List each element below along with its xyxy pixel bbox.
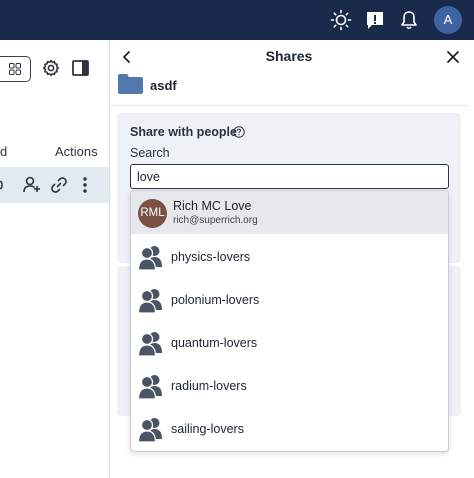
group-name: quantum-lovers xyxy=(171,336,258,350)
result-group[interactable]: polonium-lovers xyxy=(131,279,448,322)
notifications-bell-icon[interactable] xyxy=(398,9,420,31)
column-header-actions: Actions xyxy=(55,144,98,159)
group-icon xyxy=(138,289,162,313)
group-icon xyxy=(138,332,162,356)
files-pane: d Actions xyxy=(0,40,109,478)
feedback-icon[interactable] xyxy=(364,9,386,31)
theme-toggle-sun-icon[interactable] xyxy=(330,9,352,31)
share-with-people-heading: Share with people xyxy=(130,125,237,139)
result-group[interactable]: radium-lovers xyxy=(131,365,448,408)
help-icon[interactable] xyxy=(233,126,245,138)
folder-icon xyxy=(118,74,143,94)
add-user-icon[interactable] xyxy=(23,176,41,193)
sidebar-toggle-icon[interactable] xyxy=(72,60,89,76)
user-email: rich@superrich.org xyxy=(173,215,258,226)
result-group[interactable]: quantum-lovers xyxy=(131,322,448,365)
shares-panel: Shares asdf Share with people Search RML… xyxy=(109,40,474,478)
panel-title: Shares xyxy=(265,48,313,64)
link-icon[interactable] xyxy=(50,176,68,194)
column-header-partial: d xyxy=(0,144,8,159)
group-name: sailing-lovers xyxy=(171,422,244,436)
search-results-dropdown: RML Rich MC Love rich@superrich.org phys… xyxy=(130,190,449,452)
avatar: RML xyxy=(138,199,167,228)
more-actions-icon[interactable] xyxy=(82,176,88,194)
user-avatar-button[interactable]: A xyxy=(434,6,462,34)
table-row[interactable] xyxy=(0,167,109,203)
group-name: physics-lovers xyxy=(171,250,251,264)
result-group[interactable]: sailing-lovers xyxy=(131,408,448,451)
view-toggle-button[interactable] xyxy=(0,56,31,82)
settings-gear-icon[interactable] xyxy=(42,59,60,77)
group-icon xyxy=(138,418,162,442)
group-name: polonium-lovers xyxy=(171,293,260,307)
group-icon xyxy=(138,375,162,399)
result-user[interactable]: RML Rich MC Love rich@superrich.org xyxy=(131,191,448,234)
user-name: Rich MC Love xyxy=(173,199,252,213)
group-name: radium-lovers xyxy=(171,379,247,393)
search-input[interactable] xyxy=(130,164,449,189)
shared-item-name: asdf xyxy=(150,78,177,93)
partial-icon xyxy=(0,180,3,190)
group-icon xyxy=(138,246,162,270)
close-icon[interactable] xyxy=(445,49,461,65)
grid-view-icon xyxy=(9,63,21,75)
top-bar: A xyxy=(0,0,474,40)
search-label: Search xyxy=(130,146,170,160)
result-group[interactable]: physics-lovers xyxy=(131,236,448,279)
divider xyxy=(110,105,468,106)
